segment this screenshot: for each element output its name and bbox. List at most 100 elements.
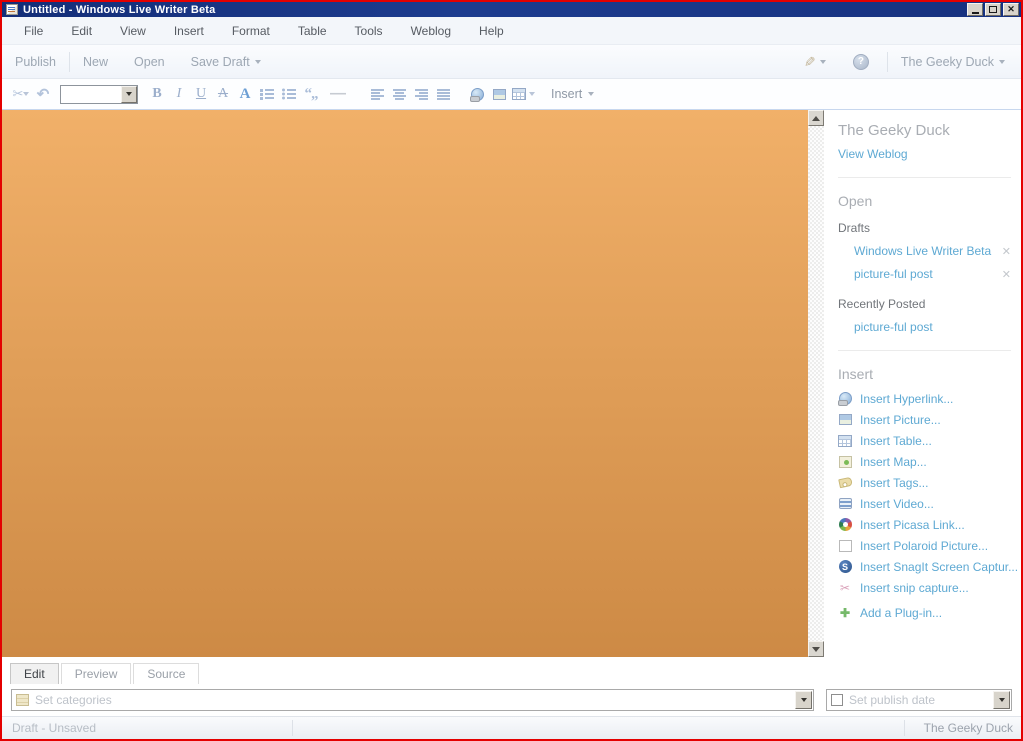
align-justify-button[interactable]: [434, 85, 452, 104]
chevron-down-icon: [819, 59, 826, 64]
insert-hyperlink-item[interactable]: Insert Hyperlink...: [837, 388, 1021, 409]
tab-preview[interactable]: Preview: [60, 663, 132, 684]
delete-draft-icon[interactable]: ✕: [1002, 245, 1011, 258]
insert-snagit-item[interactable]: S Insert SnagIt Screen Captur...: [838, 556, 1021, 577]
blockquote-button[interactable]: “„: [302, 85, 320, 104]
tab-edit[interactable]: Edit: [10, 663, 59, 684]
menu-file[interactable]: File: [10, 24, 57, 38]
chevron-down-icon: [588, 92, 595, 96]
tags-icon: [837, 476, 853, 489]
draft-link[interactable]: Windows Live Writer Beta: [854, 244, 991, 258]
insert-table-button[interactable]: [512, 85, 535, 104]
app-window: Untitled - Windows Live Writer Beta ✕ Fi…: [0, 0, 1023, 741]
add-plugin-item[interactable]: ✚ Add a Plug-in...: [838, 602, 1021, 623]
insert-dropdown[interactable]: Insert: [551, 87, 595, 101]
menu-view[interactable]: View: [106, 24, 160, 38]
scrollbar-track[interactable]: [808, 126, 824, 641]
insert-item-label: Insert Hyperlink...: [860, 391, 954, 406]
align-right-button[interactable]: [412, 85, 430, 104]
polaroid-icon: [838, 539, 852, 552]
delete-draft-icon[interactable]: ✕: [1002, 268, 1011, 281]
close-button[interactable]: ✕: [1003, 3, 1019, 16]
menu-insert[interactable]: Insert: [160, 24, 218, 38]
categories-placeholder: Set categories: [35, 693, 112, 707]
divider: [838, 177, 1011, 178]
font-color-button[interactable]: A: [236, 85, 254, 104]
vertical-scrollbar: [808, 110, 824, 657]
align-center-button[interactable]: [390, 85, 408, 104]
insert-item-label: Insert snip capture...: [860, 580, 969, 595]
insert-snip-item[interactable]: ✂ Insert snip capture...: [838, 577, 1021, 598]
snagit-icon: S: [838, 560, 852, 573]
picture-icon: [492, 88, 506, 100]
dropdown-arrow-icon: [800, 698, 807, 702]
undo-button[interactable]: ↶: [34, 85, 52, 104]
bold-button[interactable]: B: [148, 85, 166, 104]
scroll-down-button[interactable]: [808, 641, 824, 657]
insert-polaroid-item[interactable]: Insert Polaroid Picture...: [838, 535, 1021, 556]
insert-table-item[interactable]: Insert Table...: [838, 430, 1021, 451]
font-select[interactable]: [60, 84, 138, 104]
insert-section-header: Insert: [838, 366, 874, 382]
menu-edit[interactable]: Edit: [57, 24, 106, 38]
menu-format[interactable]: Format: [218, 24, 284, 38]
editor-canvas[interactable]: [2, 110, 808, 657]
restore-button[interactable]: [985, 3, 1001, 16]
hyperlink-icon: [837, 392, 852, 406]
view-weblog-link[interactable]: View Weblog: [838, 147, 1021, 161]
bullet-list-button[interactable]: [280, 85, 298, 104]
insert-tags-item[interactable]: Insert Tags...: [837, 472, 1021, 493]
plus-icon: ✚: [839, 605, 851, 620]
scroll-up-button[interactable]: [808, 110, 824, 126]
cut-button[interactable]: ✂: [12, 85, 30, 104]
scissors-icon: ✂: [12, 86, 24, 101]
set-publish-date-combobox[interactable]: Set publish date: [826, 689, 1012, 711]
insert-item-label: Insert SnagIt Screen Captur...: [860, 559, 1019, 574]
app-icon: [6, 4, 18, 15]
scroll-down-icon: [812, 646, 820, 652]
open-button[interactable]: Open: [121, 55, 178, 69]
insert-item-label: Insert Polaroid Picture...: [860, 538, 989, 553]
video-icon: [838, 497, 852, 510]
menu-weblog[interactable]: Weblog: [397, 24, 465, 38]
underline-button[interactable]: U: [192, 85, 210, 104]
divider: [838, 350, 1011, 351]
insert-picture-button[interactable]: [490, 85, 508, 104]
hyperlink-globe-icon: [469, 87, 484, 102]
tab-source[interactable]: Source: [133, 663, 200, 684]
recent-post-link[interactable]: picture-ful post: [854, 320, 933, 334]
minimize-button[interactable]: [967, 3, 983, 16]
account-selector[interactable]: The Geeky Duck: [888, 55, 1021, 69]
menu-tools[interactable]: Tools: [341, 24, 397, 38]
align-left-button[interactable]: [368, 85, 386, 104]
numbered-list-button[interactable]: [258, 85, 276, 104]
help-button[interactable]: ?: [852, 53, 869, 70]
italic-button[interactable]: I: [170, 85, 188, 104]
publish-date-dropdown-button[interactable]: [993, 691, 1010, 709]
font-select-dropdown-button[interactable]: [121, 85, 137, 103]
insert-hyperlink-button[interactable]: [468, 85, 486, 104]
insert-picasa-item[interactable]: Insert Picasa Link...: [838, 514, 1021, 535]
publish-date-checkbox[interactable]: [831, 694, 843, 706]
window-controls: ✕: [967, 3, 1019, 16]
set-categories-combobox[interactable]: Set categories: [11, 689, 814, 711]
insert-video-item[interactable]: Insert Video...: [838, 493, 1021, 514]
save-draft-button[interactable]: Save Draft: [178, 55, 274, 69]
view-tab-bar: Edit Preview Source: [2, 657, 1021, 684]
insert-picture-item[interactable]: Insert Picture...: [838, 409, 1021, 430]
pen-style-button[interactable]: ✎: [790, 53, 839, 70]
map-icon: [838, 455, 852, 468]
insert-item-label: Insert Picture...: [860, 412, 941, 427]
menu-table[interactable]: Table: [284, 24, 341, 38]
dropdown-arrow-icon: [126, 92, 132, 96]
publish-button[interactable]: Publish: [2, 55, 69, 69]
draft-link[interactable]: picture-ful post: [854, 267, 933, 281]
categories-dropdown-button[interactable]: [795, 691, 812, 709]
menu-help[interactable]: Help: [465, 24, 518, 38]
new-button[interactable]: New: [70, 55, 121, 69]
recent-post-row: picture-ful post: [838, 320, 1021, 334]
horizontal-line-button[interactable]: —: [330, 85, 346, 103]
insert-map-item[interactable]: Insert Map...: [838, 451, 1021, 472]
publish-date-placeholder: Set publish date: [849, 693, 936, 707]
strikethrough-button[interactable]: A: [214, 85, 232, 104]
